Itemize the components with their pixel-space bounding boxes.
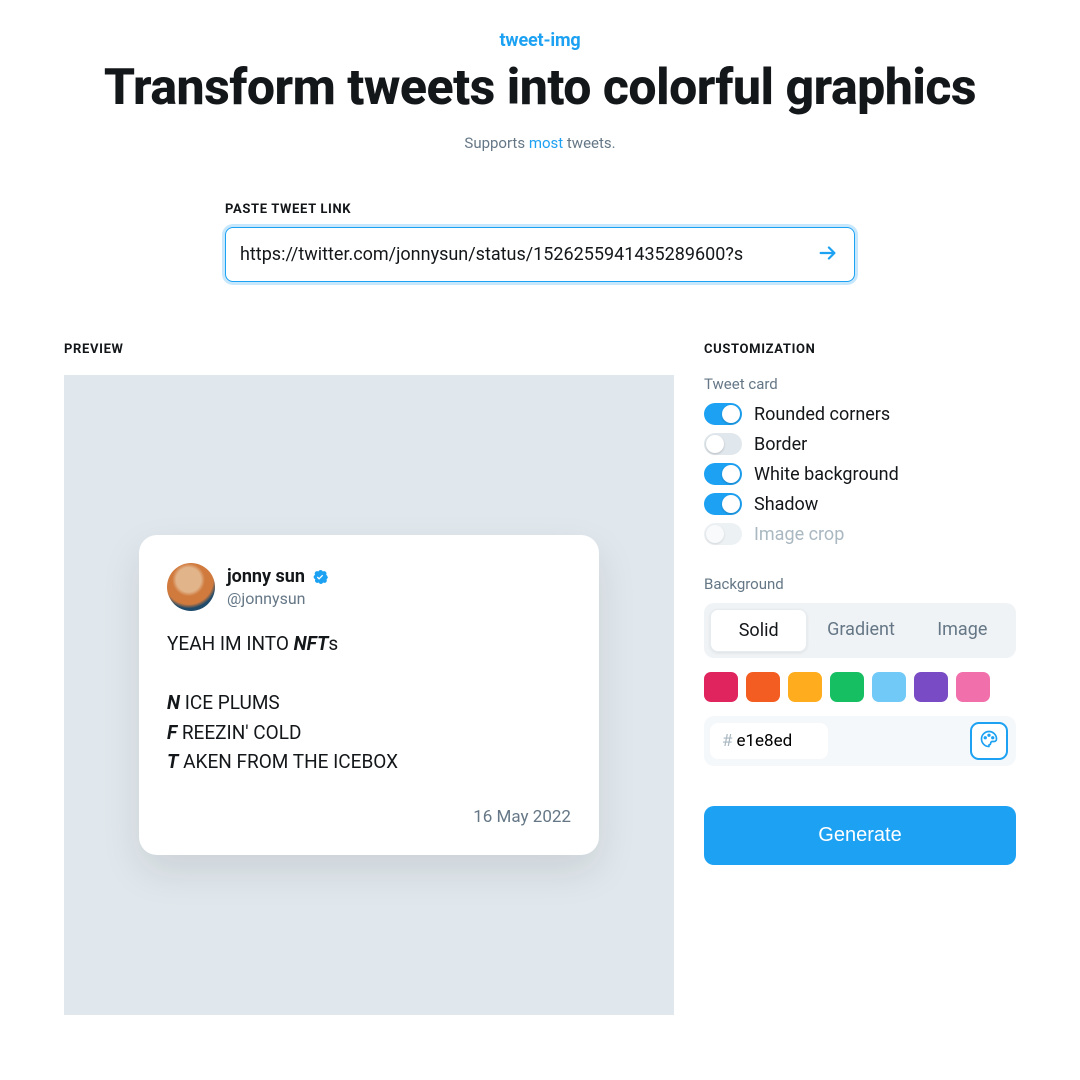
swatch-1[interactable] bbox=[746, 672, 780, 702]
swatch-2[interactable] bbox=[788, 672, 822, 702]
subtitle-link[interactable]: most bbox=[529, 134, 563, 152]
brand-logo[interactable]: tweet-img bbox=[64, 30, 1016, 51]
toggle-label-shadow: Shadow bbox=[754, 494, 818, 515]
toggle-label-crop: Image crop bbox=[754, 524, 844, 545]
bg-tab-solid[interactable]: Solid bbox=[710, 609, 807, 652]
toggle-whitebg[interactable] bbox=[704, 463, 742, 485]
bg-tab-gradient[interactable]: Gradient bbox=[813, 609, 908, 652]
hash-symbol: # bbox=[722, 731, 732, 751]
tweet-card: jonny sun @jonnysun YEAH IM INTO NFTs bbox=[139, 535, 599, 854]
color-picker-button[interactable] bbox=[970, 722, 1008, 760]
palette-icon bbox=[979, 729, 999, 753]
subtitle: Supports most tweets. bbox=[64, 134, 1016, 152]
hex-input-row: # bbox=[704, 716, 1016, 766]
tweet-card-section-label: Tweet card bbox=[704, 375, 1016, 393]
tweet-date: 16 May 2022 bbox=[167, 807, 571, 827]
swatch-5[interactable] bbox=[914, 672, 948, 702]
preview-heading: PREVIEW bbox=[64, 342, 674, 357]
generate-button[interactable]: Generate bbox=[704, 806, 1016, 865]
toggle-crop bbox=[704, 523, 742, 545]
tweet-author-name: jonny sun bbox=[227, 566, 305, 587]
tweet-author-handle: @jonnysun bbox=[227, 589, 329, 608]
customization-heading: CUSTOMIZATION bbox=[704, 342, 1016, 357]
color-swatches bbox=[704, 672, 1016, 702]
page-title: Transform tweets into colorful graphics bbox=[64, 61, 1016, 116]
swatch-6[interactable] bbox=[956, 672, 990, 702]
preview-canvas: jonny sun @jonnysun YEAH IM INTO NFTs bbox=[64, 375, 674, 1015]
toggle-label-border: Border bbox=[754, 434, 807, 455]
url-input-container bbox=[225, 227, 855, 282]
swatch-0[interactable] bbox=[704, 672, 738, 702]
hex-input[interactable] bbox=[736, 731, 816, 751]
toggle-label-rounded: Rounded corners bbox=[754, 404, 890, 425]
background-tabs: SolidGradientImage bbox=[704, 603, 1016, 658]
swatch-4[interactable] bbox=[872, 672, 906, 702]
tweet-url-input[interactable] bbox=[226, 228, 806, 281]
url-input-label: PASTE TWEET LINK bbox=[225, 202, 855, 217]
tweet-body: YEAH IM INTO NFTs N ICE PLUMS F REEZIN' … bbox=[167, 629, 571, 776]
toggle-rounded[interactable] bbox=[704, 403, 742, 425]
avatar bbox=[167, 563, 215, 611]
toggle-label-whitebg: White background bbox=[754, 464, 899, 485]
submit-button[interactable] bbox=[806, 233, 850, 277]
toggle-shadow[interactable] bbox=[704, 493, 742, 515]
swatch-3[interactable] bbox=[830, 672, 864, 702]
verified-badge-icon bbox=[311, 568, 329, 586]
arrow-right-icon bbox=[817, 242, 839, 267]
bg-tab-image[interactable]: Image bbox=[915, 609, 1010, 652]
toggle-border[interactable] bbox=[704, 433, 742, 455]
background-section-label: Background bbox=[704, 575, 1016, 593]
